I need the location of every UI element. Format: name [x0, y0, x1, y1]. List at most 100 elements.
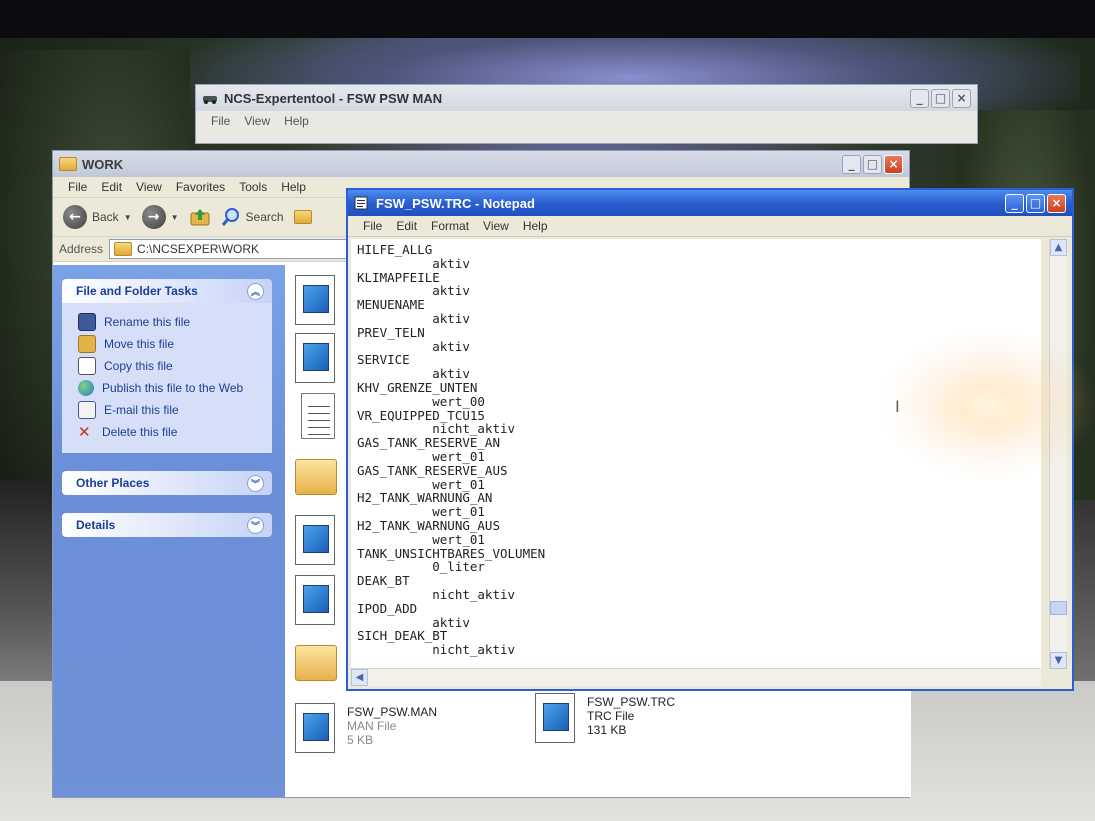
file-label[interactable]: FSW_PSW.TRC TRC File 131 KB	[587, 695, 675, 737]
minimize-button[interactable]: _	[842, 154, 861, 174]
notepad-window-title: FSW_PSW.TRC - Notepad	[376, 195, 535, 211]
folders-button[interactable]	[293, 210, 317, 224]
task-email[interactable]: E-mail this file	[78, 399, 262, 421]
menu-view[interactable]: View	[129, 180, 169, 194]
close-button[interactable]: ×	[884, 154, 903, 174]
scroll-up-icon[interactable]: ▲	[1050, 239, 1067, 256]
task-label: Move this file	[104, 337, 175, 351]
ncs-title-bar[interactable]: NCS-Expertentool - FSW PSW MAN _ □ ×	[196, 85, 977, 111]
menu-file[interactable]: File	[61, 180, 94, 194]
maximize-button[interactable]: □	[1026, 193, 1045, 213]
ncs-window-title: NCS-Expertentool - FSW PSW MAN	[224, 90, 443, 106]
explorer-title-bar[interactable]: WORK _ □ ×	[53, 151, 909, 177]
file-item-fsw-psw-trc[interactable]	[535, 693, 577, 743]
vertical-scrollbar[interactable]: ▲ ▼	[1049, 239, 1067, 669]
menu-format[interactable]: Format	[424, 219, 476, 233]
up-folder-button[interactable]	[189, 207, 211, 227]
file-item[interactable]	[301, 393, 343, 443]
menu-help[interactable]: Help	[516, 219, 555, 233]
task-label: Rename this file	[104, 315, 191, 329]
menu-file[interactable]: File	[204, 114, 237, 128]
task-label: Delete this file	[102, 425, 178, 439]
ncs-expertentool-window[interactable]: NCS-Expertentool - FSW PSW MAN _ □ × Fil…	[195, 84, 978, 144]
task-move[interactable]: Move this file	[78, 333, 262, 355]
address-value: C:\NCSEXPER\WORK	[137, 242, 260, 256]
globe-icon	[78, 380, 94, 396]
file-item[interactable]	[295, 333, 337, 383]
menu-help[interactable]: Help	[274, 180, 313, 194]
task-pane: File and Folder Tasks ︽ Rename this file…	[53, 265, 285, 797]
up-folder-icon	[190, 209, 210, 226]
minimize-button[interactable]: _	[1005, 193, 1024, 213]
scroll-thumb[interactable]	[1050, 601, 1067, 615]
file-name: FSW_PSW.TRC	[587, 695, 676, 709]
file-icon	[535, 693, 575, 743]
search-button[interactable]: Search	[221, 207, 284, 227]
dropdown-arrow-icon[interactable]: ▼	[124, 213, 132, 222]
task-delete[interactable]: ✕ Delete this file	[78, 421, 262, 443]
menu-help[interactable]: Help	[277, 114, 316, 128]
forward-button[interactable]: → ▼	[141, 205, 179, 229]
panel-header[interactable]: Other Places ︾	[62, 471, 272, 495]
expand-chevron-icon[interactable]: ︾	[247, 516, 264, 534]
horizontal-scrollbar[interactable]: ◀	[351, 668, 1041, 686]
menu-edit[interactable]: Edit	[94, 180, 129, 194]
task-publish[interactable]: Publish this file to the Web	[78, 377, 262, 399]
file-label[interactable]: FSW_PSW.MAN MAN File 5 KB	[347, 705, 437, 747]
menu-tools[interactable]: Tools	[232, 180, 274, 194]
forward-arrow-icon: →	[141, 205, 166, 229]
file-icon	[295, 515, 335, 565]
notepad-title-bar[interactable]: FSW_PSW.TRC - Notepad _ □ ×	[348, 190, 1072, 216]
menu-favorites[interactable]: Favorites	[169, 180, 232, 194]
car-icon	[202, 91, 218, 105]
menu-file[interactable]: File	[356, 219, 389, 233]
notepad-text-area[interactable]: HILFE_ALLG aktiv KLIMAPFEILE aktiv MENUE…	[351, 239, 1041, 669]
menu-edit[interactable]: Edit	[389, 219, 424, 233]
folder-icon	[114, 242, 133, 256]
text-file-icon	[301, 393, 335, 439]
menu-view[interactable]: View	[476, 219, 516, 233]
expand-chevron-icon[interactable]: ︾	[247, 474, 264, 492]
panel-header[interactable]: File and Folder Tasks ︽	[62, 279, 272, 303]
scroll-down-icon[interactable]: ▼	[1050, 652, 1067, 669]
move-icon	[78, 335, 96, 353]
close-button[interactable]: ×	[952, 88, 971, 108]
file-item[interactable]	[295, 515, 337, 565]
text-cursor-icon: I	[895, 397, 900, 416]
task-rename[interactable]: Rename this file	[78, 311, 262, 333]
search-icon	[221, 208, 239, 226]
maximize-button[interactable]: □	[931, 88, 950, 108]
scroll-left-icon[interactable]: ◀	[351, 669, 368, 686]
panel-title: File and Folder Tasks	[76, 284, 198, 298]
panel-header[interactable]: Details ︾	[62, 513, 272, 537]
other-places-panel: Other Places ︾	[62, 471, 272, 495]
folder-item[interactable]	[295, 451, 337, 501]
file-type: TRC File	[587, 709, 635, 723]
collapse-chevron-icon[interactable]: ︽	[247, 282, 264, 300]
notepad-window[interactable]: FSW_PSW.TRC - Notepad _ □ × File Edit Fo…	[346, 188, 1074, 691]
close-button[interactable]: ×	[1047, 193, 1066, 213]
file-icon	[295, 575, 335, 625]
file-item-fsw-psw-man[interactable]	[295, 703, 337, 753]
back-button[interactable]: ← Back ▼	[63, 205, 132, 229]
explorer-window-title: WORK	[82, 156, 124, 172]
file-item[interactable]	[295, 275, 337, 325]
search-label: Search	[245, 210, 284, 224]
notepad-content: HILFE_ALLG aktiv KLIMAPFEILE aktiv MENUE…	[357, 242, 546, 658]
maximize-button[interactable]: □	[863, 154, 882, 174]
dropdown-arrow-icon[interactable]: ▼	[171, 213, 179, 222]
file-size: 131 KB	[587, 723, 627, 737]
file-item[interactable]	[295, 575, 337, 625]
panel-body: Rename this file Move this file Copy thi…	[62, 303, 272, 453]
panel-title: Details	[76, 518, 116, 532]
notepad-icon	[354, 196, 370, 210]
file-size: 5 KB	[347, 733, 374, 747]
panel-title: Other Places	[76, 476, 150, 490]
folder-icon	[59, 157, 77, 171]
task-copy[interactable]: Copy this file	[78, 355, 262, 377]
menu-view[interactable]: View	[237, 114, 277, 128]
folder-item[interactable]	[295, 637, 337, 687]
file-icon	[295, 703, 335, 753]
ncs-menu-bar: File View Help	[196, 111, 977, 131]
minimize-button[interactable]: _	[910, 88, 929, 108]
